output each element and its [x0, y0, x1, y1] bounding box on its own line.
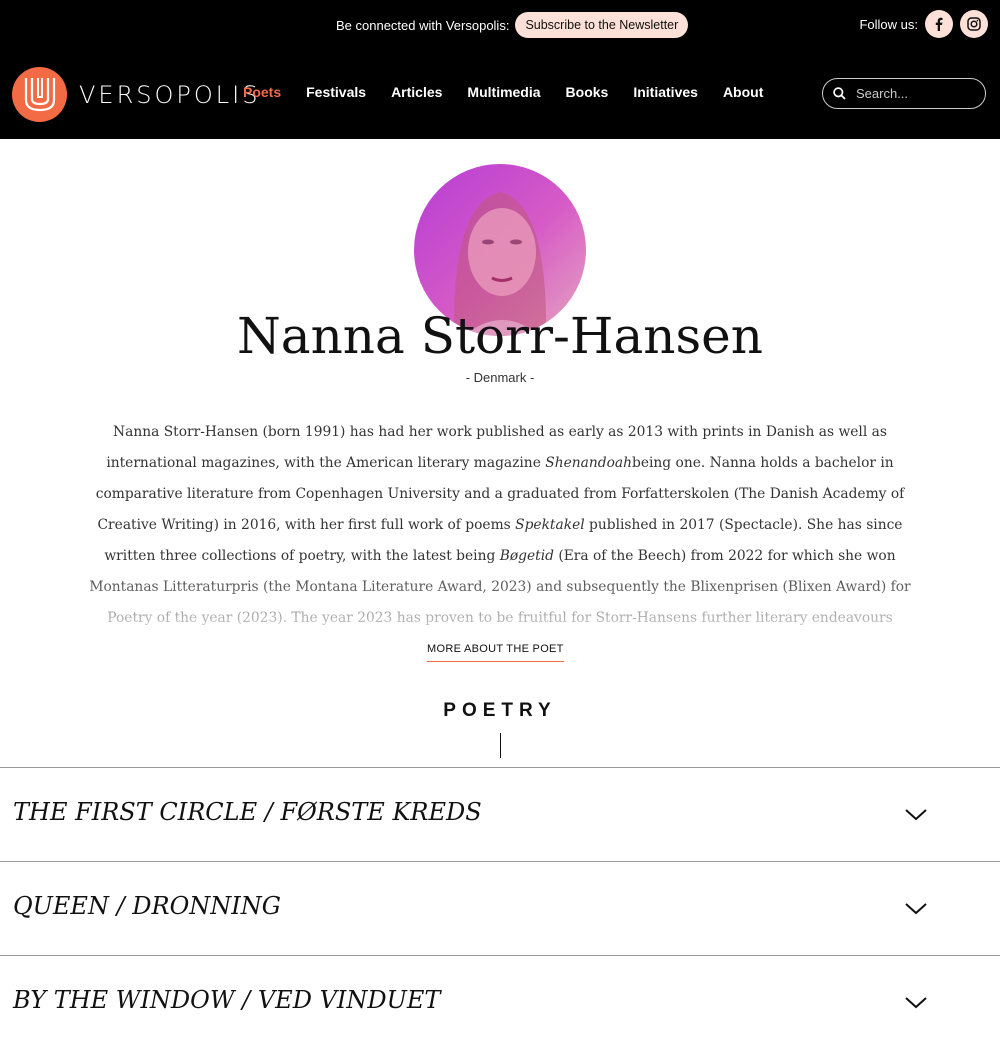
- bio-italic-title: Shenandoah: [545, 455, 632, 471]
- poetry-divider: [500, 733, 501, 758]
- bio-italic-title: Bøgetid: [499, 548, 554, 564]
- search-input[interactable]: [854, 85, 968, 102]
- site-logo[interactable]: VERSOPOLIS: [12, 67, 260, 122]
- poem-accordion-item[interactable]: THE FIRST CIRCLE / FØRSTE KREDS: [0, 767, 1000, 861]
- promo-text: Be connected with Versopolis:: [336, 17, 510, 33]
- instagram-icon[interactable]: [960, 10, 988, 38]
- logo-icon: [12, 67, 67, 122]
- poet-country: - Denmark -: [465, 370, 535, 385]
- poet-name: Nanna Storr-Hansen: [237, 307, 763, 365]
- chevron-down-icon[interactable]: [904, 996, 928, 1010]
- poetry-heading: POETRY: [443, 700, 557, 721]
- poem-title: BY THE WINDOW / VED VINDUET: [13, 986, 441, 1014]
- poem-title: QUEEN / DRONNING: [13, 892, 281, 920]
- follow-label: Follow us:: [859, 16, 918, 32]
- poem-title: THE FIRST CIRCLE / FØRSTE KREDS: [13, 798, 482, 826]
- search-icon[interactable]: [833, 87, 846, 100]
- chevron-down-icon[interactable]: [904, 902, 928, 916]
- bio-italic-title: Spektakel: [515, 517, 585, 533]
- poem-accordion-item[interactable]: QUEEN / DRONNING: [0, 861, 1000, 955]
- nav-item-festivals[interactable]: Festivals: [306, 84, 366, 100]
- site-header: Be connected with Versopolis: Subscribe …: [0, 0, 1000, 139]
- subscribe-button[interactable]: Subscribe to the Newsletter: [515, 12, 689, 38]
- nav-item-poets[interactable]: Poets: [243, 84, 281, 100]
- follow-us: Follow us:: [859, 10, 988, 38]
- nav-item-initiatives[interactable]: Initiatives: [633, 84, 698, 100]
- chevron-down-icon[interactable]: [904, 808, 928, 822]
- main-nav: Poets Festivals Articles Multimedia Book…: [243, 84, 763, 100]
- logo-wordmark: VERSOPOLIS: [79, 80, 261, 109]
- search-box: [822, 78, 986, 109]
- nav-item-books[interactable]: Books: [566, 84, 609, 100]
- nav-item-multimedia[interactable]: Multimedia: [467, 84, 540, 100]
- nav-item-articles[interactable]: Articles: [391, 84, 442, 100]
- bio-fade-overlay: [0, 570, 1000, 640]
- newsletter-promo: Be connected with Versopolis: Subscribe …: [336, 12, 689, 38]
- more-about-poet-link[interactable]: MORE ABOUT THE POET: [427, 643, 564, 662]
- nav-item-about[interactable]: About: [723, 84, 763, 100]
- poem-accordion-item[interactable]: BY THE WINDOW / VED VINDUET: [0, 955, 1000, 1049]
- facebook-icon[interactable]: [925, 10, 953, 38]
